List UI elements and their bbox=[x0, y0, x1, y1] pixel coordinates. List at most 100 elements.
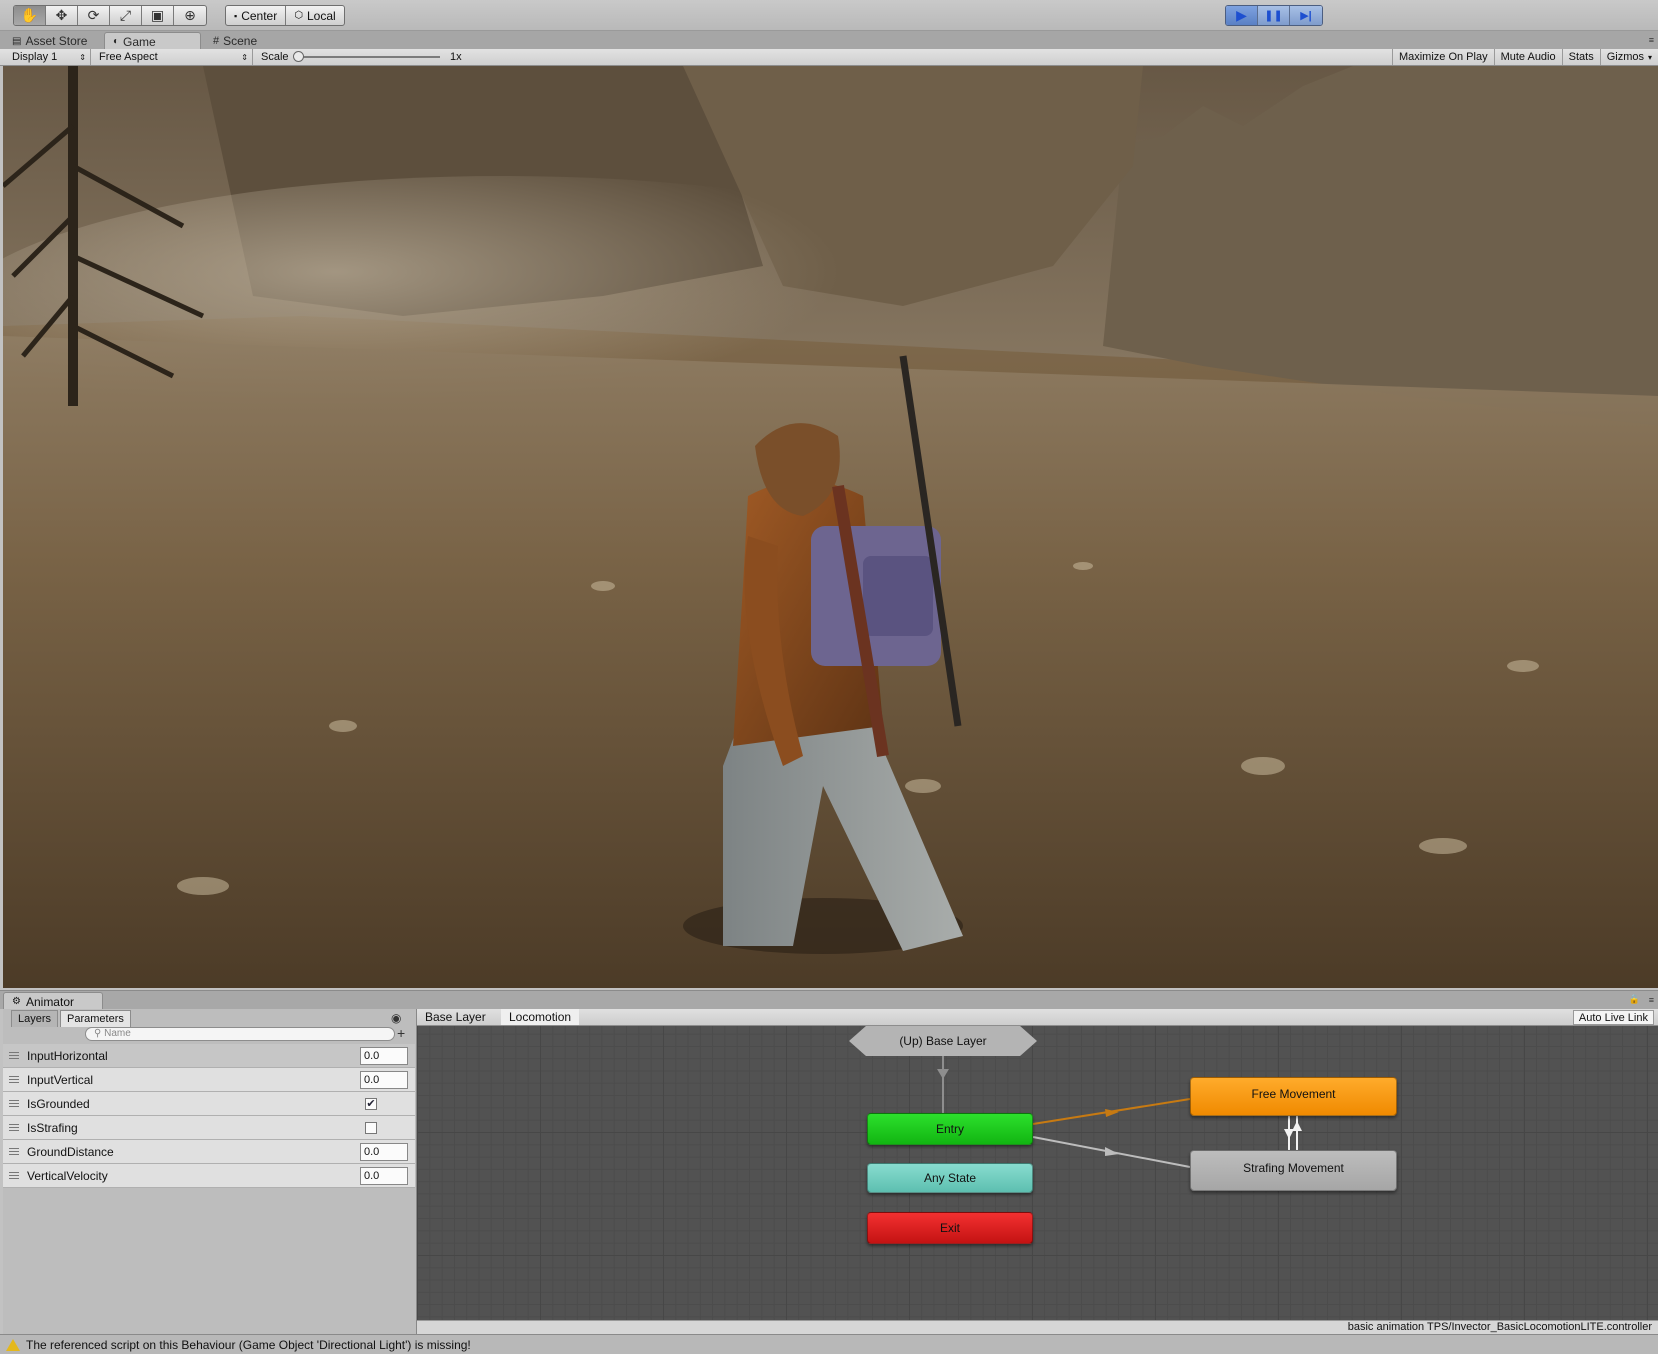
pebble bbox=[1073, 562, 1093, 570]
maximize-on-play-toggle[interactable]: Maximize On Play bbox=[1391, 49, 1494, 65]
store-icon: ▤ bbox=[12, 35, 22, 47]
gizmos-toggle[interactable]: Gizmos ▾ bbox=[1599, 49, 1658, 65]
up-base-layer-node[interactable]: (Up) Base Layer bbox=[849, 1026, 1037, 1056]
parameter-row[interactable]: InputVertical 0.0 bbox=[3, 1068, 415, 1092]
tab-scene[interactable]: # Scene bbox=[205, 32, 265, 49]
aspect-dropdown[interactable]: Free Aspect ⇕ bbox=[93, 49, 253, 65]
game-viewport[interactable] bbox=[3, 66, 1658, 988]
lock-icon[interactable]: 🔒 bbox=[1629, 994, 1640, 1005]
parameter-row[interactable]: VerticalVelocity 0.0 bbox=[3, 1164, 415, 1188]
pivot-local-button[interactable]: ⬡ Local bbox=[286, 6, 343, 25]
hand-icon: ✋ bbox=[20, 7, 39, 23]
rotate-tool-button[interactable]: ⟳ bbox=[78, 6, 110, 25]
drag-handle-icon[interactable] bbox=[9, 1052, 19, 1059]
panel-menu-icon[interactable]: ≡ bbox=[1649, 995, 1654, 1005]
scale-slider-thumb[interactable] bbox=[293, 51, 304, 62]
display-dropdown[interactable]: Display 1 ⇕ bbox=[6, 49, 91, 65]
node-label: (Up) Base Layer bbox=[899, 1034, 987, 1048]
parameter-row[interactable]: InputHorizontal 0.0 bbox=[3, 1044, 415, 1068]
pivot-icon: ▪ bbox=[234, 10, 238, 21]
display-label: Display 1 bbox=[12, 51, 58, 63]
scale-label: Scale bbox=[261, 51, 289, 63]
tab-parameters[interactable]: Parameters bbox=[60, 1010, 131, 1027]
move-tool-button[interactable]: ✥ bbox=[46, 6, 78, 25]
pivot-center-button[interactable]: ▪ Center bbox=[226, 6, 287, 25]
panel-menu-icon[interactable]: ≡ bbox=[1649, 35, 1654, 45]
rect-icon: ▣ bbox=[150, 7, 165, 23]
tab-game-label: Game bbox=[123, 34, 156, 49]
gizmos-label: Gizmos bbox=[1606, 51, 1644, 63]
panel-tabs: Layers Parameters bbox=[3, 1009, 416, 1027]
pebble bbox=[905, 779, 941, 793]
parameter-row[interactable]: IsStrafing bbox=[3, 1116, 415, 1140]
scale-tool-button[interactable]: ⤢ bbox=[110, 6, 142, 25]
add-parameter-button[interactable]: + bbox=[397, 1025, 405, 1041]
pebble bbox=[1507, 660, 1539, 672]
tab-asset-store-label: Asset Store bbox=[25, 34, 88, 48]
any-state-node[interactable]: Any State bbox=[867, 1163, 1033, 1193]
parameter-search-input[interactable]: ⚲ Name bbox=[85, 1027, 395, 1041]
stats-toggle[interactable]: Stats bbox=[1561, 49, 1600, 65]
tab-game[interactable]: ◐ Game bbox=[104, 32, 201, 49]
tab-asset-store[interactable]: ▤ Asset Store bbox=[4, 32, 95, 49]
parameter-checkbox[interactable] bbox=[365, 1122, 377, 1134]
pebble bbox=[1241, 757, 1285, 775]
console-status-bar[interactable]: The referenced script on this Behaviour … bbox=[0, 1334, 1658, 1354]
view-tabs: ▤ Asset Store ◐ Game # Scene ≡ bbox=[0, 31, 1658, 49]
console-message: The referenced script on this Behaviour … bbox=[26, 1337, 471, 1352]
step-button[interactable]: ▶| bbox=[1290, 6, 1322, 25]
drag-handle-icon[interactable] bbox=[9, 1100, 19, 1107]
strafing-movement-state[interactable]: Strafing Movement bbox=[1190, 1150, 1397, 1191]
arrow-icon bbox=[1105, 1147, 1119, 1156]
eye-icon[interactable]: ◉ bbox=[391, 1011, 401, 1025]
controller-path: basic animation TPS/Invector_BasicLocomo… bbox=[417, 1320, 1658, 1334]
parameter-row[interactable]: GroundDistance 0.0 bbox=[3, 1140, 415, 1164]
drag-handle-icon[interactable] bbox=[9, 1148, 19, 1155]
parameter-value-field[interactable]: 0.0 bbox=[360, 1071, 408, 1089]
node-label: Any State bbox=[923, 1171, 977, 1185]
parameter-name: InputVertical bbox=[27, 1072, 94, 1087]
aspect-label: Free Aspect bbox=[99, 51, 158, 63]
entry-node[interactable]: Entry bbox=[867, 1113, 1033, 1145]
pause-button[interactable]: ❚❚ bbox=[1258, 6, 1290, 25]
search-icon: ⚲ bbox=[94, 1028, 102, 1039]
parameter-row[interactable]: IsGrounded ✔ bbox=[3, 1092, 415, 1116]
scale-icon: ⤢ bbox=[119, 7, 132, 23]
parameter-name: IsGrounded bbox=[27, 1096, 90, 1111]
parameter-name: IsStrafing bbox=[27, 1120, 78, 1135]
parameter-value-field[interactable]: 0.0 bbox=[360, 1047, 408, 1065]
exit-node[interactable]: Exit bbox=[867, 1212, 1033, 1244]
transform-tool-button[interactable]: ⊕ bbox=[174, 6, 206, 25]
tab-layers[interactable]: Layers bbox=[11, 1010, 59, 1027]
scale-value: 1x bbox=[450, 51, 462, 63]
drag-handle-icon[interactable] bbox=[9, 1172, 19, 1179]
cube-icon: ⬡ bbox=[294, 10, 303, 21]
pebble bbox=[1419, 838, 1467, 854]
free-movement-state[interactable]: Free Movement bbox=[1190, 1077, 1397, 1116]
parameter-value-field[interactable]: 0.0 bbox=[360, 1143, 408, 1161]
parameter-name: GroundDistance bbox=[27, 1144, 114, 1159]
drag-handle-icon[interactable] bbox=[9, 1076, 19, 1083]
parameter-checkbox[interactable]: ✔ bbox=[365, 1098, 377, 1110]
rect-tool-button[interactable]: ▣ bbox=[142, 6, 174, 25]
pebble bbox=[177, 877, 229, 895]
mute-audio-toggle[interactable]: Mute Audio bbox=[1493, 49, 1562, 65]
game-view-options: Maximize On Play Mute Audio Stats Gizmos… bbox=[1391, 49, 1658, 65]
hand-tool-button[interactable]: ✋ bbox=[14, 6, 46, 25]
play-button[interactable]: ▶ bbox=[1226, 6, 1258, 25]
drag-handle-icon[interactable] bbox=[9, 1124, 19, 1131]
move-icon: ✥ bbox=[55, 7, 68, 23]
tab-animator[interactable]: ⚙ Animator bbox=[3, 992, 103, 1010]
scale-slider[interactable] bbox=[293, 51, 440, 62]
parameters-panel: Layers Parameters ◉ ⚲ Name + InputHorizo… bbox=[3, 1009, 417, 1334]
arrow-icon bbox=[1292, 1121, 1302, 1131]
game-render bbox=[3, 66, 1658, 988]
play-controls: ▶ ❚❚ ▶| bbox=[1225, 5, 1323, 26]
pivot-label: Center bbox=[241, 8, 278, 23]
parameter-value-field[interactable]: 0.0 bbox=[360, 1167, 408, 1185]
pebble bbox=[329, 720, 357, 732]
tab-scene-label: Scene bbox=[223, 34, 258, 48]
animator-icon: ⚙ bbox=[12, 996, 21, 1007]
pebble bbox=[591, 581, 615, 591]
state-machine-graph[interactable]: Base Layer Locomotion Auto Live Link (Up… bbox=[417, 1009, 1658, 1320]
